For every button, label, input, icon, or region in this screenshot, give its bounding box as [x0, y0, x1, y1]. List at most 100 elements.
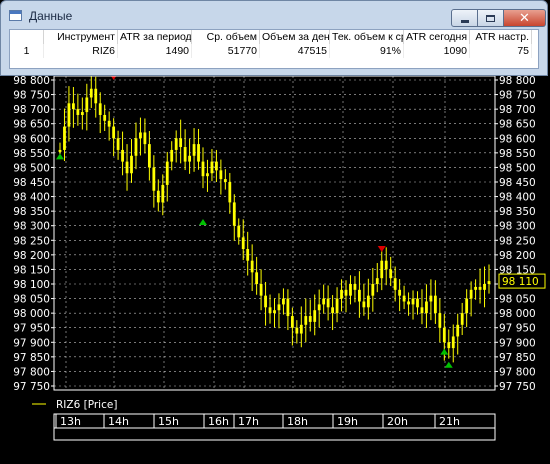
candle-body: [277, 304, 281, 311]
y-tick-label-right: 97 950: [499, 323, 536, 335]
candle-body: [438, 313, 442, 328]
candle-body: [460, 313, 464, 325]
buy-signal-marker: [440, 348, 449, 355]
cell-atr-period[interactable]: 1490: [118, 44, 192, 58]
y-tick-label-left: 98 700: [13, 104, 50, 116]
column-header-atr-setting[interactable]: ATR настр.: [470, 30, 532, 44]
candle-body: [197, 144, 200, 162]
candle-body: [143, 132, 147, 145]
y-tick-label-right: 98 000: [499, 308, 536, 320]
cell-atr-today[interactable]: 1090: [404, 44, 470, 58]
candle-body: [335, 298, 339, 314]
minimize-button[interactable]: [451, 9, 478, 27]
candle-body: [375, 278, 379, 284]
y-tick-label-left: 98 750: [13, 90, 50, 102]
candle-body: [384, 260, 388, 270]
data-window-titlebar[interactable]: Данные ✕: [1, 1, 547, 29]
candle-body: [487, 281, 491, 284]
column-header-avg-volume[interactable]: Ср. объем: [192, 30, 260, 44]
y-tick-label-right: 98 200: [499, 250, 536, 262]
candle-body: [469, 289, 473, 299]
candle-body: [411, 298, 415, 305]
candle-body: [416, 298, 419, 308]
y-tick-label-left: 98 050: [13, 294, 50, 306]
candle-body: [456, 324, 460, 337]
y-tick-label-left: 98 450: [13, 177, 50, 189]
y-tick-label-left: 97 850: [13, 352, 50, 364]
y-tick-label-right: 98 800: [499, 76, 536, 87]
y-tick-label-right: 98 350: [499, 206, 536, 218]
row-number: 1: [10, 44, 44, 58]
data-table[interactable]: Инструмент ATR за период Ср. объем Объем…: [9, 29, 539, 69]
y-tick-label-left: 97 800: [13, 366, 50, 378]
cell-day-volume[interactable]: 47515: [260, 44, 330, 58]
cell-avg-volume[interactable]: 51770: [192, 44, 260, 58]
candle-body: [429, 295, 433, 302]
cell-atr-setting[interactable]: 75: [470, 44, 532, 58]
candle-body: [72, 103, 75, 110]
candle-body: [246, 249, 250, 261]
close-button[interactable]: ✕: [504, 9, 546, 27]
price-series: [58, 76, 491, 363]
candle-body: [273, 310, 276, 314]
candle-body: [125, 161, 129, 174]
candle-body: [326, 298, 330, 308]
candle-body: [255, 272, 259, 284]
window-icon: [9, 10, 22, 21]
candle-body: [206, 173, 209, 177]
time-axis[interactable]: 13h 14h 15h 16h 17h 18h 19h 20h 21h: [53, 413, 496, 441]
candle-body: [358, 289, 361, 302]
y-tick-label-right: 97 800: [499, 366, 536, 378]
y-tick-label-left: 98 200: [13, 250, 50, 262]
candle-body: [121, 149, 124, 162]
y-tick-label-right: 98 050: [499, 294, 536, 306]
table-row[interactable]: 1 RIZ6 1490 51770 47515 91% 1090 75: [10, 44, 538, 58]
y-tick-label-right: 98 600: [499, 133, 536, 145]
current-price-label: 98 110: [498, 273, 546, 289]
column-header-current-volume-ratio[interactable]: Тек. объем к ср.: [330, 30, 404, 44]
candle-body: [156, 190, 160, 203]
y-tick-label-left: 98 150: [13, 264, 50, 276]
column-header-day-volume[interactable]: Объем за день: [260, 30, 330, 44]
candle-body: [442, 327, 446, 343]
candle-body: [130, 155, 133, 174]
y-tick-label-right: 98 300: [499, 221, 536, 233]
cell-instrument[interactable]: RIZ6: [44, 44, 118, 58]
candle-body: [447, 342, 451, 349]
price-chart[interactable]: 97 750 97 800 97 850 97 900 97 950 98 000 98 0…: [0, 76, 550, 464]
candle-body: [85, 97, 89, 113]
candle-body: [393, 278, 397, 290]
y-tick-label-left: 98 250: [13, 235, 50, 247]
candle-body: [192, 144, 196, 156]
column-header-instrument[interactable]: Инструмент: [44, 30, 118, 44]
candle-body: [313, 310, 317, 322]
candle-body: [134, 138, 138, 156]
y-tick-label-right: 98 550: [499, 148, 536, 160]
data-window[interactable]: Данные ✕ Инструмент ATR за период Ср. об…: [0, 0, 548, 76]
candle-body: [58, 149, 62, 152]
candle-body: [223, 179, 227, 182]
y-tick-label-right: 98 700: [499, 104, 536, 116]
cell-current-volume-ratio[interactable]: 91%: [330, 44, 404, 58]
candle-body: [344, 289, 348, 296]
candle-body: [362, 301, 366, 308]
y-tick-label-left: 98 000: [13, 308, 50, 320]
legend: RIZ6 [Price]: [32, 399, 117, 411]
candle-body: [299, 324, 303, 334]
maximize-button[interactable]: [478, 9, 504, 27]
candle-body: [161, 184, 165, 203]
candle-body: [170, 149, 174, 162]
candle-body: [483, 284, 486, 290]
legend-label: RIZ6 [Price]: [56, 399, 117, 411]
candle-body: [107, 120, 111, 127]
candle-body: [322, 298, 326, 305]
y-tick-label-left: 98 300: [13, 221, 50, 233]
candle-body: [232, 202, 236, 226]
column-header-atr-period[interactable]: ATR за период: [118, 30, 192, 44]
chart-grid: [54, 76, 495, 390]
y-tick-label-left: 98 350: [13, 206, 50, 218]
time-label: 19h: [337, 415, 358, 428]
plot-frame: [53, 76, 496, 391]
time-label: 13h: [60, 415, 81, 428]
column-header-atr-today[interactable]: ATR сегодня: [404, 30, 470, 44]
